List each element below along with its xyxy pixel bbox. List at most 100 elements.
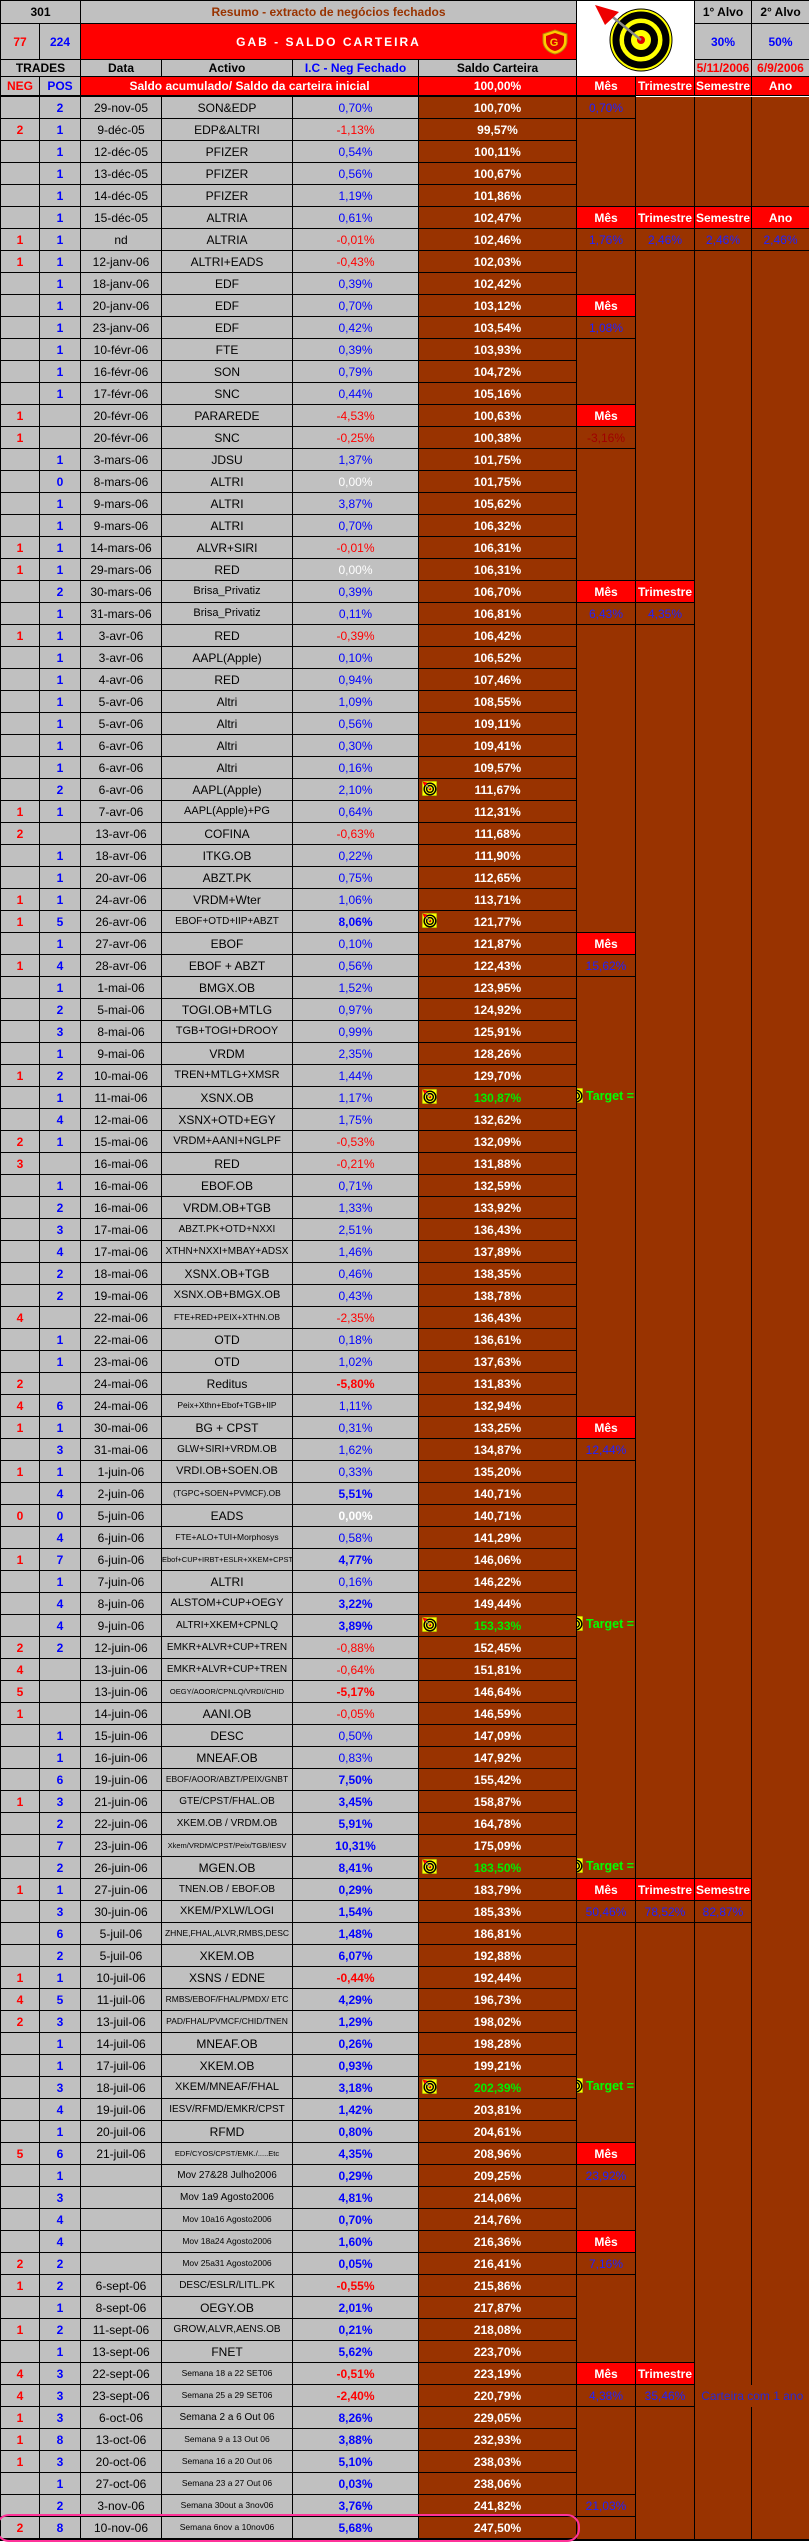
- ic-value-cell[interactable]: 0,70%: [293, 295, 419, 317]
- ic-value-cell[interactable]: 0,16%: [293, 1571, 419, 1593]
- date-cell[interactable]: 21-juin-06: [81, 1791, 162, 1813]
- saldo-value-cell[interactable]: 106,31%: [419, 559, 577, 581]
- saldo-value-cell[interactable]: 192,88%: [419, 1945, 577, 1967]
- ic-value-cell[interactable]: 0,29%: [293, 1879, 419, 1901]
- activo-cell[interactable]: Semana 18 a 22 SET06: [162, 2363, 293, 2385]
- saldo-value-cell[interactable]: 164,78%: [419, 1813, 577, 1835]
- period-area-cell[interactable]: [695, 1197, 752, 1219]
- date-cell[interactable]: 17-juil-06: [81, 2055, 162, 2077]
- period-area-cell[interactable]: [752, 669, 809, 691]
- period-area-cell[interactable]: [636, 2407, 695, 2429]
- activo-cell[interactable]: XKEM/MNEAF/FHAL: [162, 2077, 293, 2099]
- period-area-cell[interactable]: [695, 383, 752, 405]
- period-area-cell[interactable]: [695, 977, 752, 999]
- activo-cell[interactable]: XTHN+NXXI+MBAY+ADSX: [162, 1241, 293, 1263]
- date-cell[interactable]: 29-nov-05: [81, 97, 162, 119]
- period-header-cell[interactable]: Mês: [577, 933, 636, 955]
- date-cell[interactable]: 11-sept-06: [81, 2319, 162, 2341]
- ic-value-cell[interactable]: 0,31%: [293, 1417, 419, 1439]
- pos-count-cell[interactable]: 1: [40, 1329, 81, 1351]
- activo-cell[interactable]: ALSTOM+CUP+OEGY: [162, 1593, 293, 1615]
- period-area-cell[interactable]: [752, 2055, 809, 2077]
- period-area-cell[interactable]: [695, 1109, 752, 1131]
- period-area-cell[interactable]: [636, 295, 695, 317]
- period-area-cell[interactable]: [577, 647, 636, 669]
- period-header-trimestre[interactable]: Trimestre: [636, 77, 695, 96]
- date-cell[interactable]: 1-juin-06: [81, 1461, 162, 1483]
- column-header-neg[interactable]: NEG: [1, 77, 40, 96]
- pos-count-cell[interactable]: 1: [40, 251, 81, 273]
- neg-count-cell[interactable]: [1, 273, 40, 295]
- pos-count-cell[interactable]: 1: [40, 625, 81, 647]
- period-area-cell[interactable]: [695, 2055, 752, 2077]
- neg-count-cell[interactable]: [1, 845, 40, 867]
- pos-count-cell[interactable]: 1: [40, 1571, 81, 1593]
- period-area-cell[interactable]: [577, 2033, 636, 2055]
- pos-count-cell[interactable]: 1: [40, 559, 81, 581]
- period-area-cell[interactable]: [752, 1043, 809, 1065]
- ic-value-cell[interactable]: -0,01%: [293, 537, 419, 559]
- activo-cell[interactable]: OTD: [162, 1351, 293, 1373]
- period-area-cell[interactable]: [695, 1571, 752, 1593]
- activo-cell[interactable]: VRDM.OB+TGB: [162, 1197, 293, 1219]
- ic-value-cell[interactable]: 0,46%: [293, 1263, 419, 1285]
- date-cell[interactable]: 26-juin-06: [81, 1857, 162, 1879]
- period-area-cell[interactable]: [636, 1571, 695, 1593]
- ic-value-cell[interactable]: 0,30%: [293, 735, 419, 757]
- period-header-cell[interactable]: Mês: [577, 2363, 636, 2385]
- period-area-cell[interactable]: [577, 1219, 636, 1241]
- saldo-value-cell[interactable]: 103,54%: [419, 317, 577, 339]
- period-area-cell[interactable]: [636, 1593, 695, 1615]
- saldo-value-cell[interactable]: 158,87%: [419, 1791, 577, 1813]
- saldo-value-cell[interactable]: 238,06%: [419, 2473, 577, 2495]
- pos-count-cell[interactable]: 4: [40, 1241, 81, 1263]
- pos-count-cell[interactable]: 1: [40, 691, 81, 713]
- date-cell[interactable]: 5-juil-06: [81, 1945, 162, 1967]
- date-cell[interactable]: 9-déc-05: [81, 119, 162, 141]
- date-cell[interactable]: [81, 2253, 162, 2275]
- date-cell[interactable]: 6-avr-06: [81, 735, 162, 757]
- pos-count-cell[interactable]: 1: [40, 515, 81, 537]
- period-area-cell[interactable]: [752, 361, 809, 383]
- neg-count-cell[interactable]: 2: [1, 2517, 40, 2539]
- period-area-cell[interactable]: [695, 1813, 752, 1835]
- date-cell[interactable]: 10-juil-06: [81, 1967, 162, 1989]
- column-header-ic[interactable]: I.C - Neg Fechado: [293, 60, 419, 77]
- date-cell[interactable]: 13-juil-06: [81, 2011, 162, 2033]
- date-cell[interactable]: 9-juin-06: [81, 1615, 162, 1637]
- period-area-cell[interactable]: [752, 251, 809, 273]
- period-area-cell[interactable]: [636, 1087, 695, 1109]
- saldo-value-cell[interactable]: 199,21%: [419, 2055, 577, 2077]
- activo-cell[interactable]: ALTRI: [162, 1571, 293, 1593]
- period-area-cell[interactable]: [752, 823, 809, 845]
- neg-count-cell[interactable]: 1: [1, 1461, 40, 1483]
- activo-cell[interactable]: EBOF.OB: [162, 1175, 293, 1197]
- date-cell[interactable]: 6-juin-06: [81, 1549, 162, 1571]
- period-area-cell[interactable]: [695, 1373, 752, 1395]
- date-cell[interactable]: 9-mai-06: [81, 1043, 162, 1065]
- period-area-cell[interactable]: [752, 2341, 809, 2363]
- period-area-cell[interactable]: [636, 339, 695, 361]
- neg-count-cell[interactable]: 0: [1, 1505, 40, 1527]
- period-area-cell[interactable]: [577, 1505, 636, 1527]
- pos-count-cell[interactable]: 1: [40, 1879, 81, 1901]
- date-cell[interactable]: 17-mai-06: [81, 1219, 162, 1241]
- period-area-cell[interactable]: [636, 1417, 695, 1439]
- period-area-cell[interactable]: [577, 2275, 636, 2297]
- ic-value-cell[interactable]: 2,01%: [293, 2297, 419, 2319]
- period-area-cell[interactable]: [577, 273, 636, 295]
- column-header-saldo[interactable]: Saldo Carteira: [419, 60, 577, 77]
- period-area-cell[interactable]: [752, 1901, 809, 1923]
- date-cell[interactable]: 4-avr-06: [81, 669, 162, 691]
- period-area-cell[interactable]: [752, 581, 809, 603]
- pos-count-cell[interactable]: 1: [40, 1175, 81, 1197]
- neg-count-cell[interactable]: 1: [1, 2407, 40, 2429]
- neg-count-cell[interactable]: [1, 493, 40, 515]
- ic-value-cell[interactable]: 7,50%: [293, 1769, 419, 1791]
- period-header-cell[interactable]: Mês: [577, 2143, 636, 2165]
- period-area-cell[interactable]: [752, 2209, 809, 2231]
- ic-value-cell[interactable]: 1,54%: [293, 1901, 419, 1923]
- neg-count-cell[interactable]: [1, 295, 40, 317]
- saldo-value-cell[interactable]: 100,63%: [419, 405, 577, 427]
- pos-count-cell[interactable]: 1: [40, 141, 81, 163]
